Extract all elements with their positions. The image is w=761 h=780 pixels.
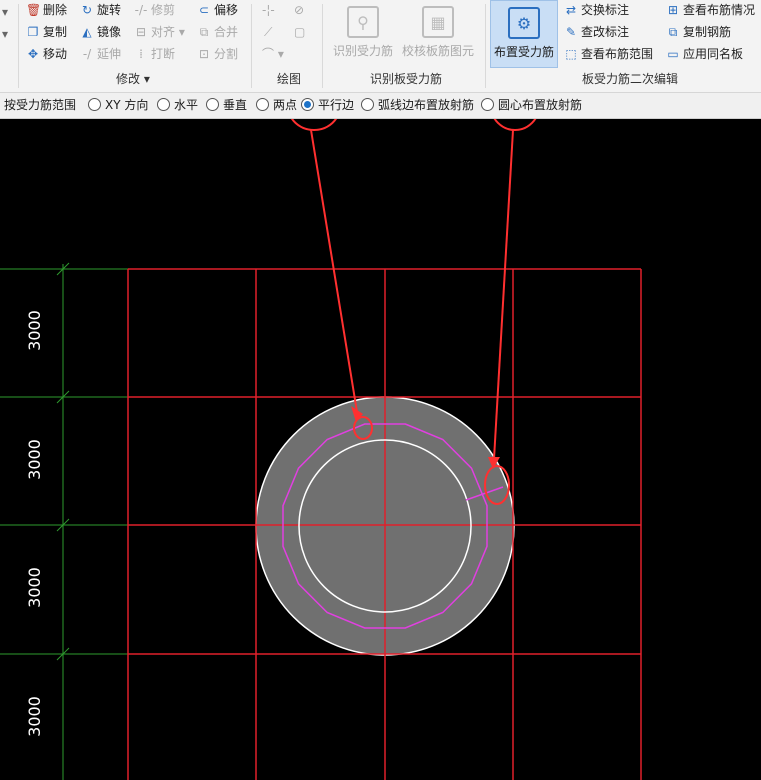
extend-button[interactable]: -/延伸: [80, 44, 121, 64]
radio-arc-edge-radial[interactable]: 弧线边布置放射筋: [361, 93, 474, 118]
annotation-ellipse-parallel: [290, 119, 338, 131]
view-layout-button[interactable]: ⊞ 查看布筋情况: [666, 0, 755, 20]
trim-button[interactable]: -/- 修剪: [134, 0, 175, 20]
radio-parallel-edge[interactable]: 平行边: [301, 93, 354, 118]
identify-rebar-icon: ⚲: [347, 6, 379, 38]
align-icon: ⊟: [135, 25, 147, 39]
move-icon: ✥: [27, 47, 39, 61]
trim-icon: -/-: [134, 3, 148, 17]
break-button[interactable]: ⁞ 打断: [134, 44, 175, 64]
place-rebar-icon: ⚙: [508, 7, 540, 39]
view-layout-icon: ⊞: [667, 3, 679, 17]
rotate-point-tool[interactable]: ⊘: [294, 0, 304, 20]
view-range-icon: ⬚: [565, 47, 577, 61]
mirror-icon: ◭: [82, 25, 92, 39]
copy-icon: ❐: [27, 25, 39, 39]
rotate-point-icon: ⊘: [294, 3, 305, 17]
split-icon: ⊡: [198, 47, 210, 61]
line-tool[interactable]: ⟋: [264, 22, 272, 42]
dimension-label: 3000: [24, 439, 44, 480]
radio-xy-direction[interactable]: XY 方向: [88, 93, 148, 118]
align-button[interactable]: ⊟ 对齐 ▾: [134, 22, 185, 42]
radio-two-points[interactable]: 两点: [256, 93, 297, 118]
radio-center-radial[interactable]: 圆心布置放射筋: [481, 93, 582, 118]
edit-label-button[interactable]: ✎ 查改标注: [564, 22, 629, 42]
rotate-button[interactable]: ↻ 旋转: [80, 0, 121, 20]
merge-icon: ⧉: [199, 25, 209, 39]
secondary-group-label: 板受力筋二次编辑: [582, 72, 679, 86]
delete-button[interactable]: 🗑 删除: [26, 0, 67, 20]
dimension-label: 3000: [24, 567, 44, 608]
ribbon-left-edge-2: ▾: [2, 27, 9, 41]
dimension-label: 3000: [24, 696, 44, 737]
break-icon: ⁞: [139, 47, 143, 61]
radio-vertical[interactable]: 垂直: [206, 93, 247, 118]
options-bar-label: 按受力筋范围: [4, 98, 77, 112]
radio-icon: [206, 98, 219, 111]
copy-rebar-icon: ⧉: [668, 25, 678, 39]
axis-grid: [127, 268, 642, 780]
check-slab-icon: ▦: [422, 6, 454, 38]
split-button[interactable]: ⊡ 分割: [197, 44, 238, 64]
check-slab-button[interactable]: ▦ 校核板筋图元: [400, 0, 476, 68]
annotation-ellipse-center: [493, 119, 537, 131]
radio-horizontal[interactable]: 水平: [157, 93, 198, 118]
move-button[interactable]: ✥ 移动: [26, 44, 67, 64]
separator: [18, 4, 19, 88]
canvas-drawing: [0, 119, 642, 780]
rectangle-icon: ▢: [294, 25, 306, 39]
rect-tool[interactable]: ▢: [294, 22, 305, 42]
copy-button[interactable]: ❐ 复制: [26, 22, 67, 42]
arc-icon: ⌒ ▾: [262, 47, 284, 61]
point-tool[interactable]: -¦-: [262, 0, 275, 20]
dimension-lines: [0, 262, 128, 780]
modify-group-label[interactable]: 修改 ▾: [116, 70, 150, 88]
mirror-button[interactable]: ◭ 镜像: [80, 22, 121, 42]
apply-same-button[interactable]: ▭ 应用同名板: [666, 44, 743, 64]
merge-button[interactable]: ⧉ 合并: [197, 22, 238, 42]
annotation-arrow: [310, 129, 358, 413]
identify-rebar-button[interactable]: ⚲ 识别受力筋: [330, 0, 396, 68]
separator: [322, 4, 323, 88]
options-bar: 按受力筋范围 XY 方向 水平 垂直 两点 平行边 弧线边布置放射筋 圆心布置放…: [0, 93, 761, 119]
ribbon-toolbar: ▾ ▾ 🗑 删除 ↻ 旋转 -/- 修剪 ⊂ 偏移 ❐ 复制 ◭ 镜像 ⊟ 对齐 ▾ ⧉ 合并 …: [0, 0, 761, 93]
separator: [485, 4, 486, 88]
identify-group-label: 识别板受力筋: [370, 72, 443, 86]
ribbon-left-edge: ▾: [2, 5, 9, 19]
radio-icon: [157, 98, 170, 111]
radio-selected-icon: [301, 98, 314, 111]
radio-icon: [88, 98, 101, 111]
view-range-button[interactable]: ⬚ 查看布筋范围: [564, 44, 653, 64]
extend-icon: -/: [82, 47, 92, 61]
trash-icon: 🗑: [26, 3, 42, 17]
swap-icon: ⇄: [565, 3, 577, 17]
line-icon: ⟋: [264, 25, 273, 39]
place-rebar-button[interactable]: ⚙ 布置受力筋: [490, 0, 558, 68]
radio-icon: [256, 98, 269, 111]
radio-icon: [481, 98, 494, 111]
apply-same-icon: ▭: [667, 47, 679, 61]
separator: [251, 4, 252, 88]
offset-button[interactable]: ⊂ 偏移: [197, 0, 238, 20]
copy-rebar-button[interactable]: ⧉ 复制钢筋: [666, 22, 731, 42]
swap-label-button[interactable]: ⇄ 交换标注: [564, 0, 629, 20]
dimension-label: 3000: [24, 310, 44, 351]
arc-tool[interactable]: ⌒ ▾: [262, 44, 284, 64]
radio-icon: [361, 98, 374, 111]
rotate-icon: ↻: [81, 3, 93, 17]
edit-label-icon: ✎: [565, 25, 577, 39]
point-icon: -¦-: [262, 3, 275, 17]
draw-group-label: 绘图: [277, 72, 302, 86]
annotation-arrow: [493, 129, 514, 460]
offset-icon: ⊂: [198, 3, 210, 17]
drawing-canvas[interactable]: 3000 3000 3000 3000: [0, 119, 761, 780]
